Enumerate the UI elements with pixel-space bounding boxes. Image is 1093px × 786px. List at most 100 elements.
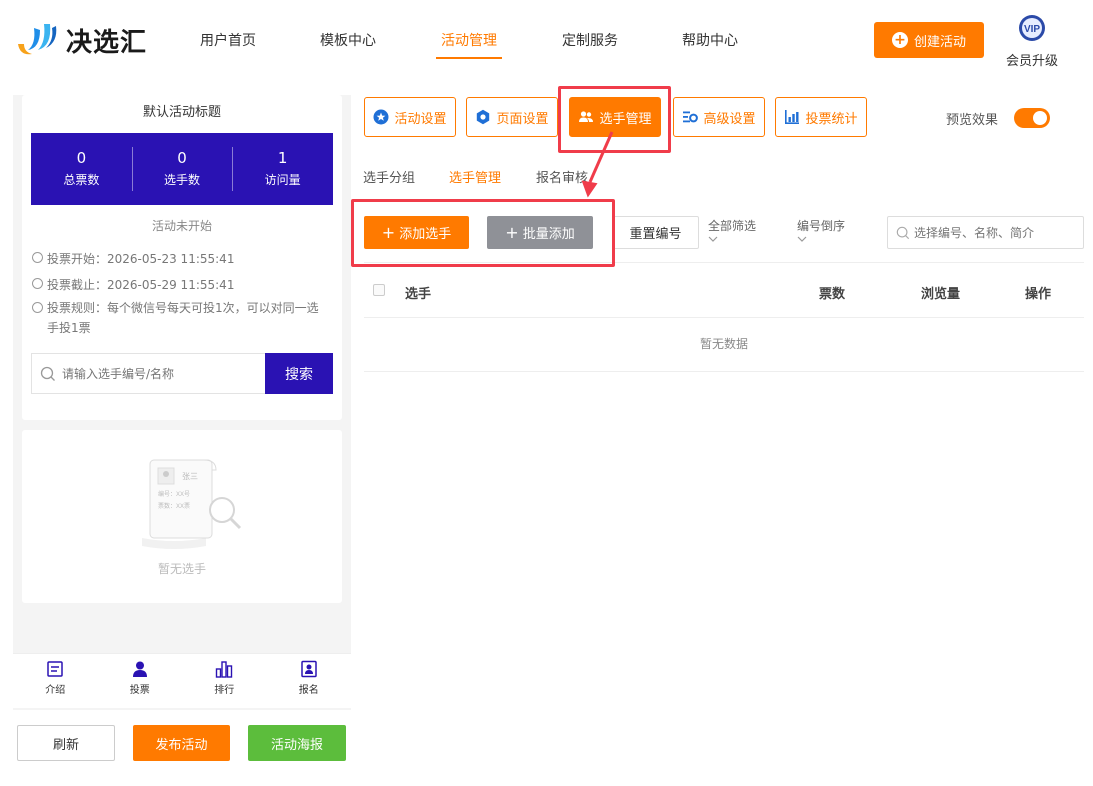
filter-all-dropdown[interactable]: 全部筛选	[708, 217, 756, 242]
clock-icon	[32, 252, 43, 263]
logo-text: 决选汇	[66, 27, 148, 58]
bar-chart-icon	[216, 661, 233, 678]
tab-vote-label: 投票	[129, 685, 150, 696]
sort-label: 编号倒序	[797, 219, 846, 233]
preview-search-input[interactable]	[62, 366, 262, 381]
activity-status: 活动未开始	[151, 219, 212, 233]
bar-chart-icon	[785, 110, 800, 124]
top-header: 决选汇 用户首页 模板中心 活动管理 定制服务 帮助中心 + 创建活动 VIP …	[0, 0, 1093, 80]
stat-visits: 1 访问量	[232, 133, 333, 205]
stat-value: 0	[177, 149, 187, 167]
activity-poster-button[interactable]: 活动海报	[248, 725, 346, 761]
search-icon	[896, 226, 910, 239]
empty-players-text: 暂无选手	[157, 562, 206, 576]
preview-search-field[interactable]	[31, 353, 265, 394]
preview-bottom-tabs: 介绍 投票 排行 报名	[13, 653, 351, 708]
vote-statistics-label: 投票统计	[805, 111, 858, 127]
column-actions: 操作	[1025, 287, 1052, 302]
activity-info-card: 默认活动标题 0 总票数 0 选手数 1 访问量 活动未开始 投票开始：2026…	[22, 95, 342, 420]
advanced-settings-icon	[683, 111, 699, 123]
stat-total-votes: 0 总票数	[31, 133, 132, 205]
sort-dropdown[interactable]: 编号倒序	[797, 217, 845, 242]
vote-statistics-button[interactable]: 投票统计	[775, 97, 867, 137]
empty-player-illustration-icon: 张三 编号：XX号 票数：XX票	[142, 459, 242, 549]
star-circle-icon	[373, 109, 389, 125]
players-table-header: 选手 票数 浏览量 操作	[364, 262, 1084, 318]
stats-bar: 0 总票数 0 选手数 1 访问量	[31, 133, 333, 205]
stat-players: 0 选手数	[131, 133, 233, 205]
vote-rule-text: 投票规则：每个微信号每天可投1次，可以对同一选手投1票	[47, 301, 319, 335]
create-activity-label: 创建活动	[913, 34, 966, 50]
tab-player-management[interactable]: 选手管理	[449, 167, 501, 186]
tab-signup-review[interactable]: 报名审核	[536, 167, 588, 186]
nav-help-center[interactable]: 帮助中心	[682, 30, 738, 60]
tab-signup[interactable]: 报名	[267, 654, 352, 708]
page-settings-button[interactable]: 页面设置	[466, 97, 558, 137]
logo[interactable]: 决选汇	[14, 20, 147, 60]
tab-vote[interactable]: 投票	[98, 654, 183, 708]
stat-value: 0	[76, 149, 87, 167]
table-empty-state: 暂无数据	[364, 318, 1084, 372]
column-player: 选手	[405, 287, 432, 302]
tab-ranking[interactable]: 排行	[182, 654, 267, 708]
chevron-down-icon	[797, 236, 807, 242]
clock-icon	[32, 278, 43, 289]
select-all-checkbox[interactable]	[373, 284, 385, 296]
vip-badge-icon: VIP	[1019, 15, 1045, 41]
logo-mark-icon	[14, 20, 60, 60]
vip-badge-text: VIP	[1024, 24, 1040, 35]
vote-end-row: 投票截止：2026-05-29 11:55:41	[32, 276, 234, 293]
chevron-down-icon	[708, 236, 718, 242]
batch-add-label: 批量添加	[522, 227, 575, 242]
plus-circle-icon: +	[891, 32, 908, 48]
stat-label: 访问量	[264, 173, 301, 187]
refresh-button[interactable]: 刷新	[17, 725, 115, 761]
preview-effect-label: 预览效果	[946, 113, 999, 128]
illustration-name: 张三	[182, 472, 198, 481]
filter-all-label: 全部筛选	[708, 219, 757, 233]
vote-end-text: 投票截止：2026-05-29 11:55:41	[47, 278, 235, 292]
document-icon	[47, 661, 63, 677]
vote-start-row: 投票开始：2026-05-23 11:55:41	[32, 250, 234, 267]
vip-label: 会员升级	[1005, 54, 1058, 69]
advanced-settings-button[interactable]: 高级设置	[673, 97, 765, 137]
column-votes: 票数	[819, 287, 846, 302]
preview-effect-toggle[interactable]	[1014, 108, 1050, 128]
activity-title: 默认活动标题	[142, 105, 221, 120]
preview-search: 搜索	[31, 353, 333, 394]
plus-icon: +	[505, 223, 519, 242]
stat-label: 总票数	[63, 173, 100, 187]
vip-upgrade[interactable]: VIP 会员升级	[1004, 14, 1060, 69]
nav-templates[interactable]: 模板中心	[320, 30, 376, 60]
player-search-input[interactable]	[914, 225, 1079, 240]
user-icon	[132, 661, 147, 677]
activity-settings-button[interactable]: 活动设置	[364, 97, 456, 137]
page-settings-label: 页面设置	[496, 111, 549, 127]
add-player-label: 添加选手	[399, 227, 452, 242]
tab-intro[interactable]: 介绍	[13, 654, 98, 708]
nav-activity-management[interactable]: 活动管理	[436, 30, 502, 60]
info-icon	[32, 302, 43, 313]
empty-players-card: 张三 编号：XX号 票数：XX票 暂无选手	[22, 430, 342, 603]
nav-home[interactable]: 用户首页	[200, 30, 256, 60]
users-icon	[579, 111, 594, 122]
vote-start-text: 投票开始：2026-05-23 11:55:41	[47, 252, 235, 266]
activity-settings-label: 活动设置	[394, 111, 447, 127]
batch-add-button[interactable]: + 批量添加	[487, 216, 593, 249]
create-activity-button[interactable]: + 创建活动	[874, 22, 984, 58]
publish-activity-button[interactable]: 发布活动	[133, 725, 230, 761]
illustration-number: 编号：XX号	[158, 490, 190, 498]
plus-icon: +	[381, 223, 396, 242]
signup-icon	[301, 660, 317, 678]
stat-label: 选手数	[164, 173, 201, 187]
nav-custom-service[interactable]: 定制服务	[562, 30, 618, 60]
reset-number-button[interactable]: 重置编号	[612, 216, 699, 249]
preview-search-button[interactable]: 搜索	[265, 353, 333, 394]
add-player-button[interactable]: + 添加选手	[364, 216, 469, 249]
player-management-button[interactable]: 选手管理	[569, 97, 661, 137]
player-search-field[interactable]	[887, 216, 1084, 249]
tab-player-groups[interactable]: 选手分组	[363, 167, 415, 186]
tab-signup-label: 报名	[298, 685, 319, 696]
tab-ranking-label: 排行	[214, 685, 235, 696]
column-views: 浏览量	[921, 287, 961, 302]
